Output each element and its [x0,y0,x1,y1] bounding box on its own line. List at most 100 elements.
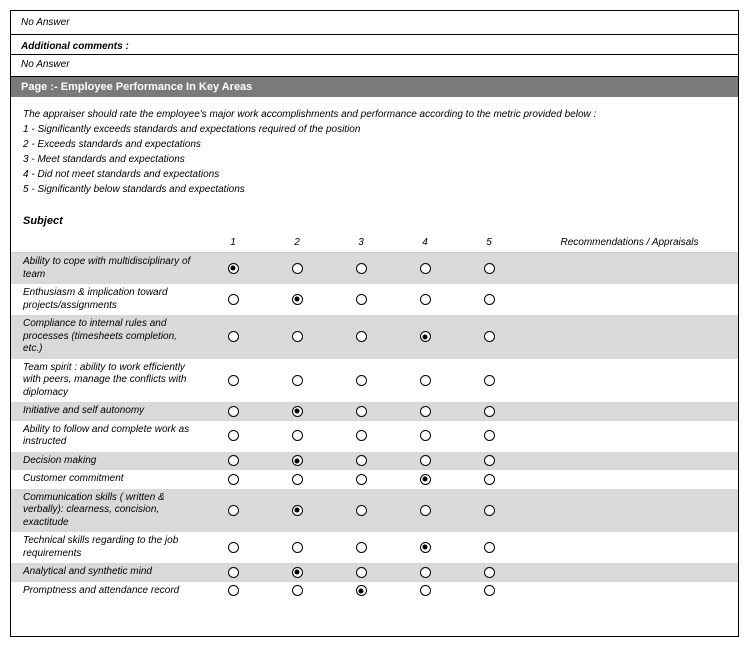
radio-button[interactable] [356,430,367,441]
rating-cell-1[interactable] [201,253,265,285]
rating-cell-1[interactable] [201,421,265,452]
rating-cell-1[interactable] [201,489,265,533]
radio-button[interactable] [420,585,431,596]
rating-cell-3[interactable] [329,532,393,563]
rating-cell-1[interactable] [201,470,265,489]
rating-cell-2[interactable] [265,582,329,601]
rating-cell-1[interactable] [201,284,265,315]
rating-cell-1[interactable] [201,582,265,601]
radio-button[interactable] [228,455,239,466]
radio-button[interactable] [484,375,495,386]
rating-cell-3[interactable] [329,489,393,533]
rating-cell-5[interactable] [457,452,521,471]
radio-button[interactable] [292,375,303,386]
rating-cell-4[interactable] [393,359,457,403]
radio-button[interactable] [484,455,495,466]
radio-button[interactable] [292,406,303,417]
rating-cell-2[interactable] [265,421,329,452]
radio-button[interactable] [420,294,431,305]
radio-button[interactable] [356,474,367,485]
rating-cell-2[interactable] [265,452,329,471]
radio-button[interactable] [356,542,367,553]
rating-cell-1[interactable] [201,402,265,421]
radio-button[interactable] [356,263,367,274]
radio-button[interactable] [228,585,239,596]
rating-cell-3[interactable] [329,359,393,403]
radio-button[interactable] [420,375,431,386]
radio-button[interactable] [484,294,495,305]
rating-cell-2[interactable] [265,253,329,285]
radio-button[interactable] [356,375,367,386]
rating-cell-5[interactable] [457,470,521,489]
rating-cell-3[interactable] [329,421,393,452]
rating-cell-4[interactable] [393,402,457,421]
radio-button[interactable] [292,585,303,596]
rating-cell-4[interactable] [393,582,457,601]
rating-cell-1[interactable] [201,532,265,563]
radio-button[interactable] [420,474,431,485]
rating-cell-2[interactable] [265,359,329,403]
radio-button[interactable] [356,585,367,596]
radio-button[interactable] [420,455,431,466]
radio-button[interactable] [356,331,367,342]
radio-button[interactable] [228,505,239,516]
rating-cell-2[interactable] [265,563,329,582]
rating-cell-5[interactable] [457,253,521,285]
rating-cell-5[interactable] [457,421,521,452]
rating-cell-1[interactable] [201,452,265,471]
rating-cell-2[interactable] [265,489,329,533]
radio-button[interactable] [292,474,303,485]
radio-button[interactable] [356,294,367,305]
radio-button[interactable] [484,567,495,578]
rating-cell-2[interactable] [265,402,329,421]
rating-cell-2[interactable] [265,284,329,315]
rating-cell-3[interactable] [329,470,393,489]
rating-cell-3[interactable] [329,563,393,582]
radio-button[interactable] [228,567,239,578]
rating-cell-4[interactable] [393,421,457,452]
rating-cell-5[interactable] [457,582,521,601]
radio-button[interactable] [292,331,303,342]
rating-cell-4[interactable] [393,489,457,533]
rating-cell-5[interactable] [457,284,521,315]
radio-button[interactable] [228,474,239,485]
rating-cell-2[interactable] [265,315,329,359]
radio-button[interactable] [420,567,431,578]
radio-button[interactable] [292,294,303,305]
radio-button[interactable] [420,430,431,441]
rating-cell-4[interactable] [393,452,457,471]
rating-cell-5[interactable] [457,315,521,359]
rating-cell-5[interactable] [457,532,521,563]
radio-button[interactable] [484,406,495,417]
radio-button[interactable] [484,430,495,441]
radio-button[interactable] [484,263,495,274]
rating-cell-1[interactable] [201,315,265,359]
rating-cell-5[interactable] [457,402,521,421]
radio-button[interactable] [420,542,431,553]
radio-button[interactable] [356,567,367,578]
rating-cell-3[interactable] [329,253,393,285]
rating-cell-3[interactable] [329,402,393,421]
rating-cell-5[interactable] [457,359,521,403]
rating-cell-4[interactable] [393,532,457,563]
radio-button[interactable] [228,331,239,342]
radio-button[interactable] [292,542,303,553]
rating-cell-1[interactable] [201,359,265,403]
radio-button[interactable] [292,263,303,274]
radio-button[interactable] [484,585,495,596]
rating-cell-3[interactable] [329,315,393,359]
rating-cell-5[interactable] [457,489,521,533]
radio-button[interactable] [228,542,239,553]
radio-button[interactable] [356,406,367,417]
radio-button[interactable] [228,263,239,274]
radio-button[interactable] [420,331,431,342]
radio-button[interactable] [228,375,239,386]
rating-cell-2[interactable] [265,470,329,489]
radio-button[interactable] [484,331,495,342]
rating-cell-5[interactable] [457,563,521,582]
radio-button[interactable] [484,542,495,553]
rating-cell-4[interactable] [393,470,457,489]
radio-button[interactable] [420,263,431,274]
radio-button[interactable] [356,455,367,466]
radio-button[interactable] [484,474,495,485]
